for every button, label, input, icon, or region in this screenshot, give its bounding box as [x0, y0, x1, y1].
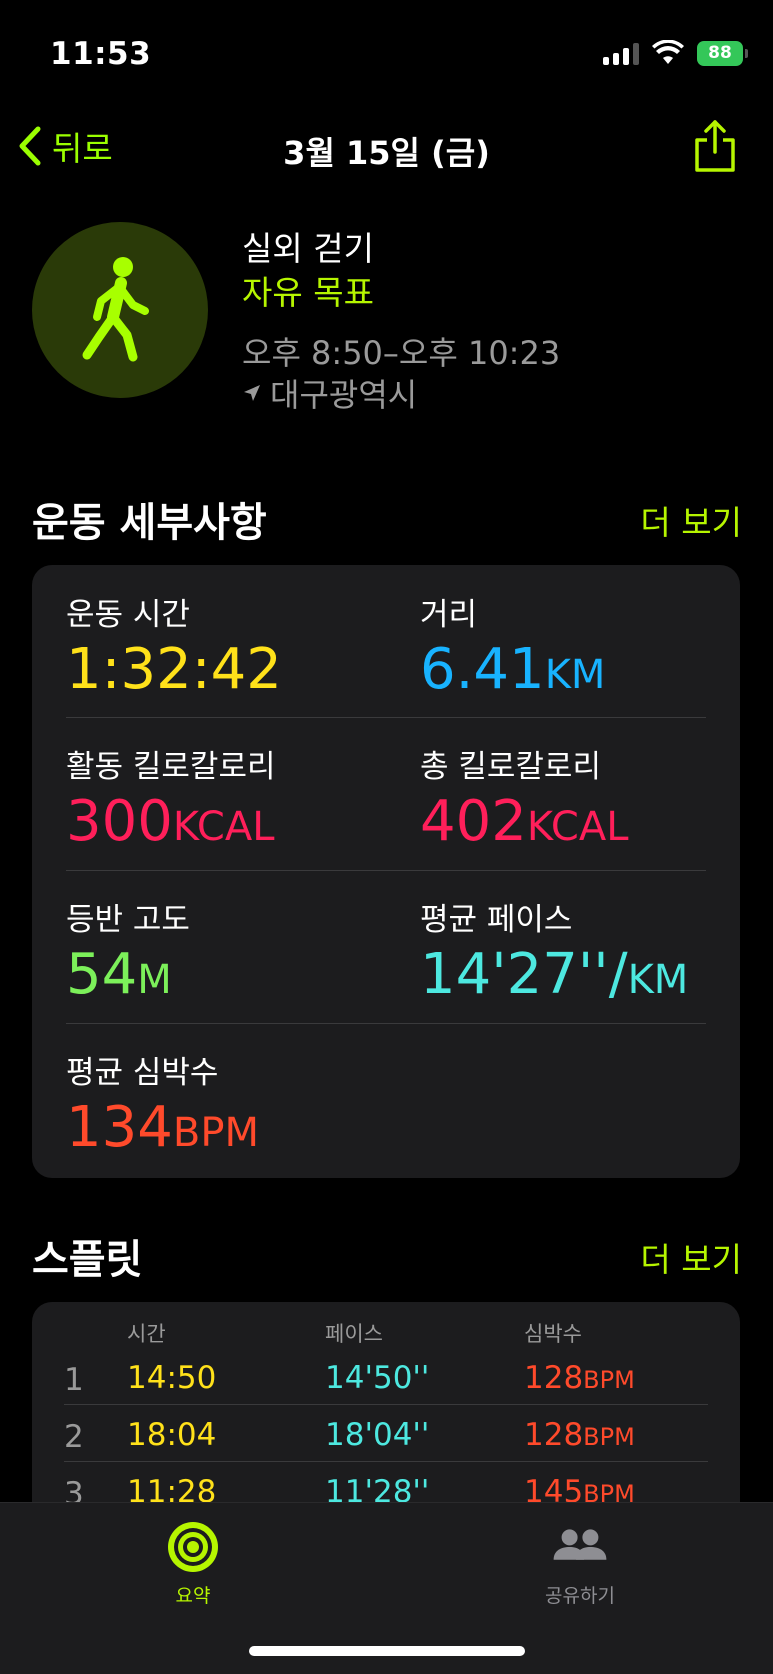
split-pace: 18'04''	[325, 1417, 430, 1453]
split-time: 18:04	[127, 1417, 217, 1453]
metric-label: 평균 페이스	[420, 902, 573, 938]
section-title: 스플릿	[32, 1237, 143, 1283]
tab-sharing[interactable]: 공유하기	[480, 1519, 680, 1608]
metric-workout-time: 운동 시간 1:32:42	[66, 589, 386, 702]
metric-label: 등반 고도	[66, 902, 190, 938]
metric-value: 134BPM	[66, 1095, 259, 1160]
walking-figure-icon	[82, 257, 149, 362]
status-icons: 88	[603, 40, 748, 66]
metric-label: 운동 시간	[66, 597, 190, 633]
workout-type-label: 실외 걷기	[242, 229, 374, 268]
location-arrow-icon	[244, 385, 260, 401]
metric-value: 14'27''/KM	[420, 942, 689, 1007]
people-icon	[553, 1529, 607, 1560]
metric-elevation-gain: 등반 고도 54M	[66, 894, 386, 1012]
metric-active-calories: 활동 킬로칼로리 300KCAL	[66, 741, 386, 859]
split-heart-rate: 128BPM	[524, 1417, 635, 1453]
workout-goal-label: 자유 목표	[242, 273, 374, 312]
metric-value: 1:32:42	[66, 637, 282, 702]
metric-label: 평균 심박수	[66, 1055, 219, 1091]
column-header-pace: 페이스	[325, 1322, 383, 1346]
tab-label: 요약	[175, 1585, 211, 1607]
metric-label: 총 킬로칼로리	[420, 749, 601, 785]
split-heart-rate: 128BPM	[524, 1360, 635, 1396]
activity-rings-icon	[168, 1522, 218, 1572]
location-label: 대구광역시	[270, 376, 418, 414]
split-number: 2	[64, 1419, 84, 1455]
battery-icon: 88	[697, 40, 748, 66]
battery-level: 88	[708, 43, 732, 63]
metric-value: 402KCAL	[420, 789, 629, 854]
tab-label: 공유하기	[545, 1585, 615, 1607]
share-icon[interactable]	[693, 118, 737, 174]
status-time: 11:53	[50, 36, 152, 72]
metric-label: 활동 킬로칼로리	[66, 749, 276, 785]
cellular-signal-icon	[603, 41, 639, 65]
workout-type-badge	[32, 222, 208, 398]
navigation-bar: 뒤로 3월 15일 (금)	[0, 110, 773, 190]
page-title: 3월 15일 (금)	[283, 134, 490, 172]
split-number: 1	[64, 1362, 84, 1398]
splits-header: 스플릿 더 보기	[32, 1227, 742, 1287]
home-indicator[interactable]	[249, 1646, 525, 1656]
workout-time-range: 오후 8:50–오후 10:23	[242, 334, 561, 372]
metric-average-pace: 평균 페이스 14'27''/KM	[420, 894, 740, 1012]
workout-header: 실외 걷기 자유 목표 오후 8:50–오후 10:23 대구광역시	[32, 222, 752, 414]
metric-value: 54M	[66, 942, 172, 1007]
split-time: 14:50	[127, 1360, 217, 1396]
section-title: 운동 세부사항	[32, 500, 267, 546]
metric-value: 6.41KM	[420, 637, 606, 702]
splits-show-more-link[interactable]: 더 보기	[640, 1233, 742, 1281]
metric-distance: 거리 6.41KM	[420, 589, 740, 707]
metric-value: 300KCAL	[66, 789, 275, 854]
workout-details-header: 운동 세부사항 더 보기	[32, 490, 742, 550]
split-row: 1 14:50 14'50'' 128BPM	[32, 1348, 740, 1405]
metric-label: 거리	[420, 597, 478, 633]
metric-total-calories: 총 킬로칼로리 402KCAL	[420, 741, 740, 859]
details-show-more-link[interactable]: 더 보기	[640, 496, 742, 544]
status-bar: 11:53 88	[0, 0, 773, 110]
split-pace: 14'50''	[325, 1360, 430, 1396]
metric-average-heart-rate: 평균 심박수 134BPM	[66, 1047, 386, 1165]
workout-details-card: 운동 시간 1:32:42 거리 6.41KM 활동 킬로칼로리 300KCAL…	[32, 565, 740, 1178]
wifi-icon	[652, 40, 684, 64]
divider	[66, 870, 706, 871]
divider	[66, 717, 706, 718]
column-header-time: 시간	[127, 1322, 166, 1346]
column-header-heart-rate: 심박수	[524, 1322, 582, 1346]
split-row: 2 18:04 18'04'' 128BPM	[32, 1405, 740, 1462]
divider	[66, 1023, 706, 1024]
workout-location: 대구광역시	[242, 370, 417, 416]
tab-summary[interactable]: 요약	[93, 1519, 293, 1608]
